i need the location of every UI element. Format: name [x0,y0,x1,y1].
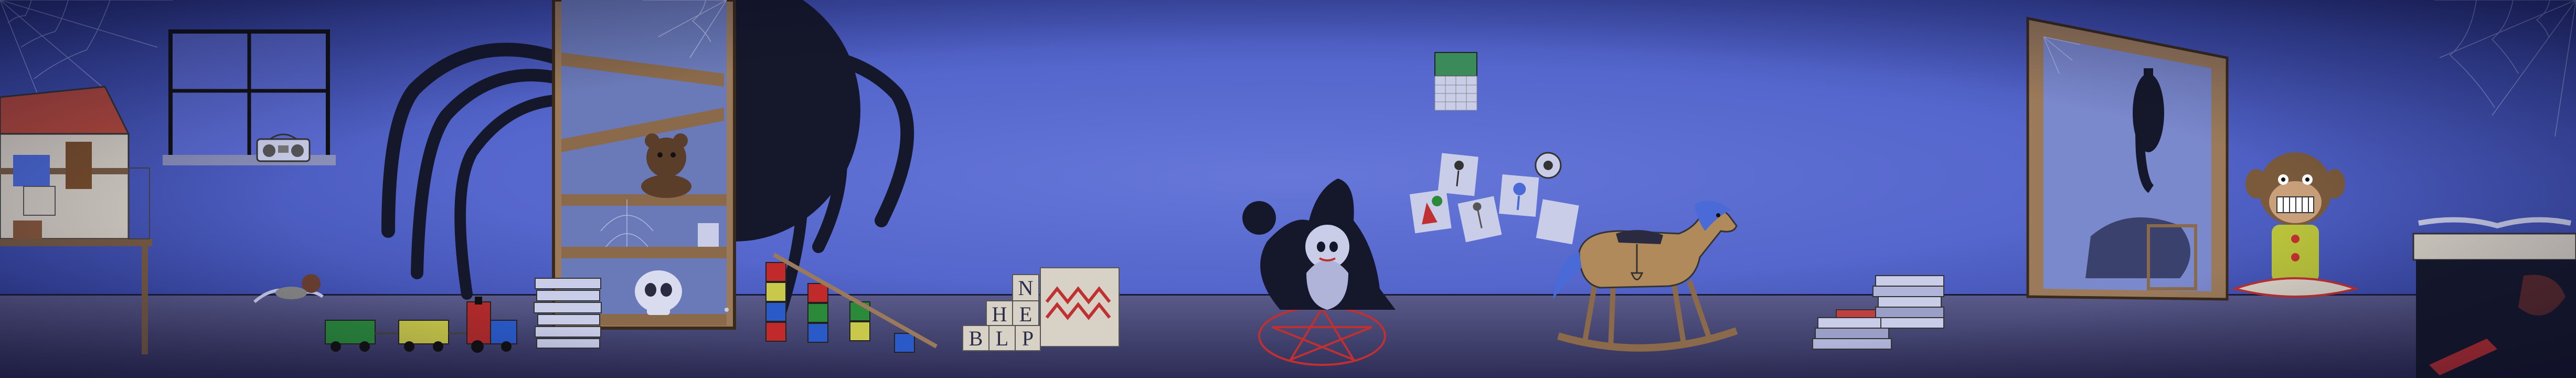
ghost-doll-icon [1242,178,1396,310]
radio-icon [256,133,311,162]
block-letter: E [1019,302,1032,326]
block-tower-icon [765,253,938,353]
calendar-icon [1434,52,1477,111]
teddy-bear-icon [641,133,691,198]
block-letter: L [996,327,1008,350]
jack-in-box-icon [1040,267,1120,347]
stacked-books-icon [1812,275,1944,350]
game-scene: N H E B L P [0,0,2576,378]
toy-chest-icon [2412,217,2576,378]
mirror-icon [2026,16,2229,301]
block-letter: B [969,327,983,350]
letter-blocks: N H E B L P [962,273,1041,352]
monkey-toy-icon [2231,152,2359,298]
toy-train-icon [325,297,517,353]
block-letter: P [1022,327,1034,350]
block-letter: H [992,302,1007,326]
block-letter: N [1018,276,1034,300]
rocking-horse-icon [1553,201,1738,352]
dollhouse-icon [0,86,152,354]
toy-mouse-icon [253,274,324,303]
spiderweb-icon [2434,0,2576,137]
stacked-books-icon [534,278,602,349]
